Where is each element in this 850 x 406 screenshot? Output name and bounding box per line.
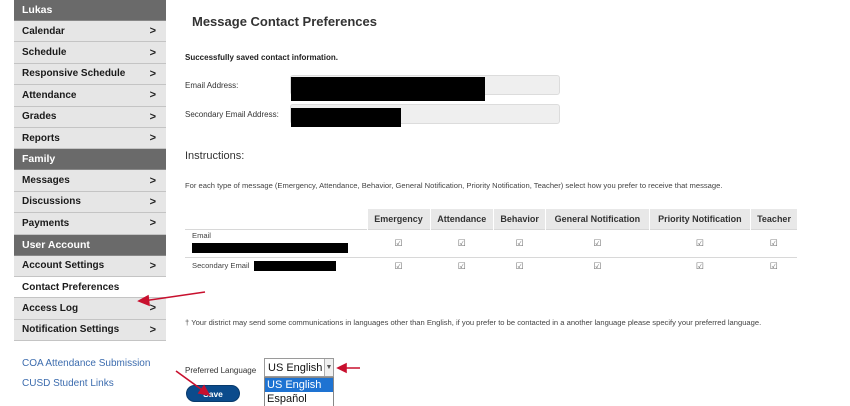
sidebar-item-discussions[interactable]: Discussions > xyxy=(14,191,166,214)
chevron-right-icon: > xyxy=(149,46,156,59)
sidebar-link-coa-attendance[interactable]: COA Attendance Submission xyxy=(14,353,166,373)
instructions-heading: Instructions: xyxy=(185,150,245,162)
row-label-text: Secondary Email xyxy=(192,261,250,271)
preferred-language-select[interactable]: US English ▼ xyxy=(264,358,334,377)
sidebar-item-label: Responsive Schedule xyxy=(22,68,126,80)
sidebar-item-payments[interactable]: Payments > xyxy=(14,213,166,235)
language-options-list: US English Español xyxy=(264,377,334,406)
success-message: Successfully saved contact information. xyxy=(185,53,338,62)
column-header: Emergency xyxy=(366,209,431,229)
sidebar-user-name: Lukas xyxy=(14,0,166,21)
chevron-right-icon: > xyxy=(149,89,156,102)
sidebar-item-label: Schedule xyxy=(22,47,67,59)
sidebar-item-label: Calendar xyxy=(22,25,65,37)
table-header-blank xyxy=(185,209,367,229)
language-option[interactable]: US English xyxy=(265,378,333,392)
checked-checkbox-icon[interactable]: ☑ xyxy=(430,256,494,275)
checked-checkbox-icon[interactable]: ☑ xyxy=(545,228,650,257)
sidebar-item-access-log[interactable]: Access Log > xyxy=(14,298,166,320)
instructions-text: For each type of message (Emergency, Att… xyxy=(185,181,723,190)
chevron-right-icon: > xyxy=(149,323,156,336)
sidebar-item-label: Notification Settings xyxy=(22,324,120,336)
main-content: Message Contact Preferences Successfully… xyxy=(185,0,845,406)
column-header: General Notification xyxy=(545,209,650,229)
checked-checkbox-icon[interactable]: ☑ xyxy=(430,228,494,257)
row-label-email: Email xyxy=(185,228,367,257)
chevron-right-icon: > xyxy=(149,25,156,38)
sidebar-item-grades[interactable]: Grades > xyxy=(14,106,166,128)
checked-checkbox-icon[interactable]: ☑ xyxy=(493,228,546,257)
chevron-right-icon: > xyxy=(149,217,156,230)
preferred-language-value: US English xyxy=(268,361,323,374)
checked-checkbox-icon[interactable]: ☑ xyxy=(545,256,650,275)
column-header: Priority Notification xyxy=(648,209,751,229)
sidebar-item-responsive-schedule[interactable]: Responsive Schedule > xyxy=(14,63,166,86)
table-header-row: Emergency Attendance Behavior General No… xyxy=(185,209,797,229)
sidebar-item-label: Attendance xyxy=(22,89,77,101)
checked-checkbox-icon[interactable]: ☑ xyxy=(367,228,431,257)
language-note: † Your district may send some communicat… xyxy=(185,318,762,327)
sidebar-item-attendance[interactable]: Attendance > xyxy=(14,85,166,107)
column-header: Teacher xyxy=(750,209,797,229)
sidebar-item-account-settings[interactable]: Account Settings > xyxy=(14,255,166,277)
sidebar-item-calendar[interactable]: Calendar > xyxy=(14,21,166,43)
preferred-language-label: Preferred Language xyxy=(185,366,257,375)
column-header: Behavior xyxy=(493,209,546,229)
language-option[interactable]: Español xyxy=(265,392,333,406)
chevron-right-icon: > xyxy=(149,302,156,315)
chevron-right-icon: > xyxy=(149,67,156,80)
sidebar-item-messages[interactable]: Messages > xyxy=(14,170,166,192)
sidebar-item-label: Account Settings xyxy=(22,260,105,272)
row-label-secondary-email: Secondary Email xyxy=(185,256,367,275)
sidebar-item-label: Reports xyxy=(22,132,60,144)
sidebar-item-notification-settings[interactable]: Notification Settings > xyxy=(14,319,166,342)
chevron-right-icon: > xyxy=(149,174,156,187)
redaction-box xyxy=(192,243,348,253)
redaction-box xyxy=(291,77,485,101)
sidebar-item-label: Contact Preferences xyxy=(22,281,120,293)
sidebar-item-label: Access Log xyxy=(22,302,79,314)
row-label-text: Email xyxy=(192,231,211,240)
table-row: Secondary Email ☑ ☑ ☑ ☑ ☑ ☑ xyxy=(185,256,797,275)
sidebar-link-cusd-student-links[interactable]: CUSD Student Links xyxy=(14,373,166,393)
sidebar-item-label: Discussions xyxy=(22,196,81,208)
checked-checkbox-icon[interactable]: ☑ xyxy=(493,256,546,275)
column-header: Attendance xyxy=(429,209,494,229)
sidebar-item-label: Grades xyxy=(22,111,57,123)
save-button[interactable]: Save xyxy=(186,385,240,402)
sidebar-item-reports[interactable]: Reports > xyxy=(14,127,166,150)
checked-checkbox-icon[interactable]: ☑ xyxy=(750,228,797,257)
sidebar-item-schedule[interactable]: Schedule > xyxy=(14,42,166,64)
checked-checkbox-icon[interactable]: ☑ xyxy=(649,228,751,257)
sidebar-item-contact-preferences[interactable]: Contact Preferences xyxy=(14,276,166,299)
chevron-right-icon: > xyxy=(149,259,156,272)
email-label: Email Address: xyxy=(185,81,239,90)
checked-checkbox-icon[interactable]: ☑ xyxy=(367,256,431,275)
sidebar-item-label: Messages xyxy=(22,175,70,187)
redaction-box xyxy=(253,261,336,272)
page-title: Message Contact Preferences xyxy=(192,14,377,29)
dropdown-arrow-icon[interactable]: ▼ xyxy=(324,359,333,376)
sidebar: Lukas Calendar > Schedule > Responsive Sch… xyxy=(14,0,166,406)
preferences-table: Emergency Attendance Behavior General No… xyxy=(185,209,797,275)
redaction-box xyxy=(291,108,401,127)
checked-checkbox-icon[interactable]: ☑ xyxy=(649,256,751,275)
chevron-right-icon: > xyxy=(149,195,156,208)
table-row: Email ☑ ☑ ☑ ☑ ☑ ☑ xyxy=(185,228,797,257)
chevron-right-icon: > xyxy=(149,110,156,123)
chevron-right-icon: > xyxy=(149,132,156,145)
checked-checkbox-icon[interactable]: ☑ xyxy=(750,256,797,275)
sidebar-section-user-account: User Account xyxy=(14,234,166,256)
sidebar-item-label: Payments xyxy=(22,217,70,229)
sidebar-section-family: Family xyxy=(14,149,166,171)
secondary-email-label: Secondary Email Address: xyxy=(185,110,279,119)
